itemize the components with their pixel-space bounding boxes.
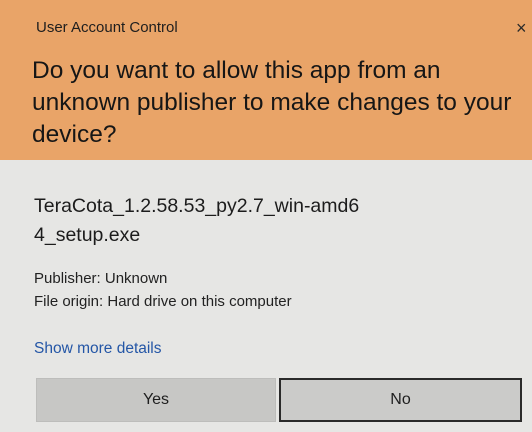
yes-button[interactable]: Yes [36, 378, 276, 422]
uac-dialog: User Account Control × Do you want to al… [0, 0, 532, 432]
no-button[interactable]: No [279, 378, 522, 422]
dialog-title: User Account Control [36, 19, 178, 36]
publisher-info: Publisher: Unknown [34, 270, 168, 287]
dialog-header: User Account Control × Do you want to al… [0, 0, 532, 160]
show-more-details-link[interactable]: Show more details [34, 340, 162, 358]
prompt-question: Do you want to allow this app from an un… [32, 57, 512, 148]
dialog-body: TeraCota_1.2.58.53_py2.7_win-amd64_setup… [0, 160, 532, 432]
close-icon[interactable]: × [516, 18, 532, 38]
app-filename: TeraCota_1.2.58.53_py2.7_win-amd64_setup… [34, 195, 360, 246]
file-origin-info: File origin: Hard drive on this computer [34, 293, 292, 310]
